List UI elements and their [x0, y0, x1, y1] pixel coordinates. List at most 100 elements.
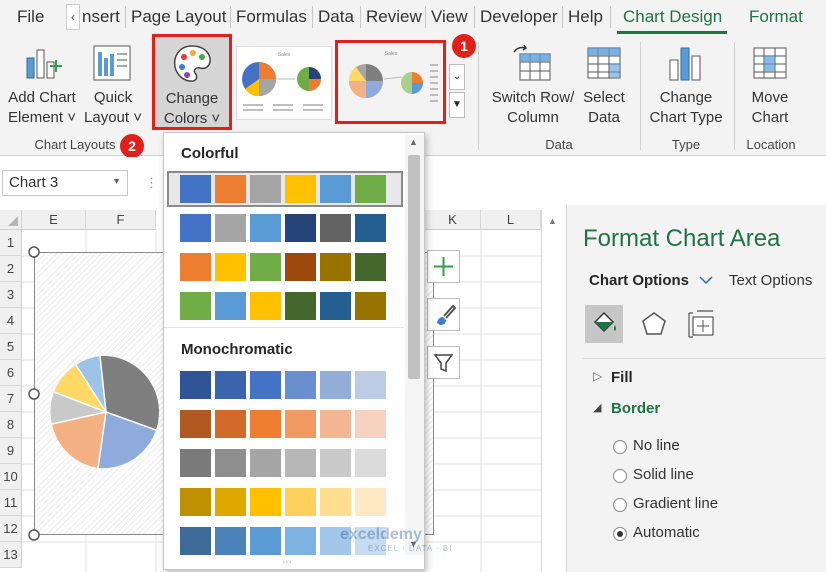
palette-swatch — [285, 410, 316, 438]
fill-expand-icon[interactable]: ▷ — [593, 369, 602, 383]
fill-section-header[interactable]: Fill — [611, 369, 633, 386]
change-chart-type-label-2: Chart Type — [649, 109, 723, 126]
size-properties-tab[interactable] — [683, 305, 721, 343]
chart-styles-more-button[interactable]: ▼ — [449, 92, 465, 118]
scroll-up-arrow-icon[interactable]: ▲ — [409, 137, 418, 147]
row-header[interactable]: 9 — [0, 438, 22, 464]
radio-selected-dot — [617, 531, 623, 537]
palette-swatch — [250, 214, 281, 242]
row-header[interactable]: 3 — [0, 282, 22, 308]
sheet-vertical-scrollbar[interactable]: ▲ — [541, 210, 566, 572]
select-all-corner[interactable] — [0, 210, 22, 230]
no-line-radio[interactable] — [613, 440, 627, 454]
solid-line-radio[interactable] — [613, 469, 627, 483]
chart-styles-scroll-down[interactable]: ⌄ — [449, 64, 465, 90]
drag-handle-icon[interactable]: ⋮ — [145, 175, 158, 191]
name-box[interactable]: Chart 3 ▼ — [2, 170, 128, 196]
change-chart-type-button[interactable]: Change Chart Type — [644, 40, 728, 126]
watermark: exceldemy EXCEL · DATA · BI — [340, 526, 452, 553]
column-header[interactable]: L — [481, 210, 541, 230]
pane-divider — [583, 358, 826, 359]
chart-elements-button[interactable] — [427, 250, 460, 283]
watermark-brand: exceldemy — [340, 526, 422, 543]
palette-swatch — [285, 488, 316, 516]
row-header[interactable]: 7 — [0, 386, 22, 412]
no-line-label[interactable]: No line — [633, 437, 680, 454]
resize-handle[interactable] — [28, 246, 40, 258]
scroll-up-arrow-icon[interactable]: ▲ — [548, 216, 557, 226]
corner-triangle-icon — [8, 216, 18, 226]
row-header[interactable]: 5 — [0, 334, 22, 360]
chart-filters-button[interactable] — [427, 346, 460, 379]
resize-handle[interactable] — [28, 529, 40, 541]
fill-line-tab[interactable] — [585, 305, 623, 343]
select-data-button[interactable]: Select Data — [578, 40, 630, 126]
move-chart-button[interactable]: Move Chart — [740, 40, 800, 126]
scroll-tabs-left-button[interactable]: ‹ — [66, 4, 80, 30]
palette-swatch — [215, 449, 246, 477]
border-section-header[interactable]: Border — [611, 400, 660, 417]
select-data-label-1: Select — [583, 89, 625, 106]
tab-chart-design[interactable]: Chart Design — [623, 7, 722, 27]
solid-line-label[interactable]: Solid line — [633, 466, 694, 483]
menu-separator — [425, 6, 426, 28]
chevron-down-icon[interactable]: ▼ — [112, 176, 121, 186]
tab-formulas[interactable]: Formulas — [236, 7, 307, 27]
tab-data[interactable]: Data — [318, 7, 354, 27]
automatic-radio[interactable] — [613, 527, 627, 541]
tab-help[interactable]: Help — [568, 7, 603, 27]
resize-handle[interactable] — [28, 388, 40, 400]
group-separator — [640, 42, 641, 150]
row-header[interactable]: 13 — [0, 542, 22, 568]
palette-swatch — [250, 488, 281, 516]
pie-chart — [28, 246, 159, 541]
gradient-line-radio[interactable] — [613, 498, 627, 512]
tab-review[interactable]: Review — [366, 7, 422, 27]
dropdown-scrollbar[interactable]: ▲ ▼ — [405, 135, 424, 555]
tab-page-layout[interactable]: Page Layout — [131, 7, 226, 27]
select-data-label-2: Data — [588, 109, 620, 126]
tab-view[interactable]: View — [431, 7, 468, 27]
quick-layout-button[interactable]: Quick Layout ˅ — [84, 40, 142, 126]
palette-swatch — [285, 175, 316, 203]
gradient-line-label[interactable]: Gradient line — [633, 495, 718, 512]
border-collapse-icon[interactable]: ◢ — [593, 401, 601, 414]
chart-options-tab[interactable]: Chart Options — [589, 272, 713, 289]
column-header[interactable]: F — [86, 210, 156, 230]
palette-swatch — [180, 253, 211, 281]
row-header[interactable]: 6 — [0, 360, 22, 386]
move-chart-icon — [753, 47, 787, 79]
add-chart-element-icon — [26, 49, 62, 79]
palette-swatch — [215, 175, 246, 203]
group-label-location: Location — [746, 137, 796, 152]
row-header[interactable]: 11 — [0, 490, 22, 516]
change-colors-button[interactable]: Change Colors ˅ — [152, 34, 232, 130]
chart-style-thumbnail[interactable]: Sales — [236, 46, 332, 120]
row-header[interactable]: 4 — [0, 308, 22, 334]
selected-chart-style[interactable]: Sales — [335, 40, 446, 124]
row-header[interactable]: 10 — [0, 464, 22, 490]
row-header[interactable]: 2 — [0, 256, 22, 282]
column-header[interactable]: K — [425, 210, 481, 230]
palette-swatch — [320, 371, 351, 399]
row-header[interactable]: 12 — [0, 516, 22, 542]
effects-tab[interactable] — [635, 305, 673, 343]
tab-format[interactable]: Format — [749, 7, 803, 27]
tab-developer[interactable]: Developer — [480, 7, 558, 27]
menu-separator — [562, 6, 563, 28]
text-options-tab[interactable]: Text Options — [729, 272, 812, 289]
row-header[interactable]: 8 — [0, 412, 22, 438]
row-header[interactable]: 1 — [0, 230, 22, 256]
chart-styles-button[interactable] — [427, 298, 460, 331]
palette-swatch — [250, 292, 281, 320]
chart-options-label: Chart Options — [589, 272, 689, 289]
automatic-label[interactable]: Automatic — [633, 524, 700, 541]
palette-icon — [173, 45, 211, 82]
add-chart-element-button[interactable]: Add Chart Element ˅ — [4, 40, 80, 126]
column-header[interactable]: E — [22, 210, 86, 230]
chevron-down-icon — [699, 276, 713, 285]
switch-row-column-button[interactable]: Switch Row/ Column — [488, 40, 578, 126]
tab-file[interactable]: File — [17, 7, 44, 27]
scrollbar-thumb[interactable] — [408, 155, 420, 379]
tab-insert[interactable]: nsert — [82, 7, 120, 27]
